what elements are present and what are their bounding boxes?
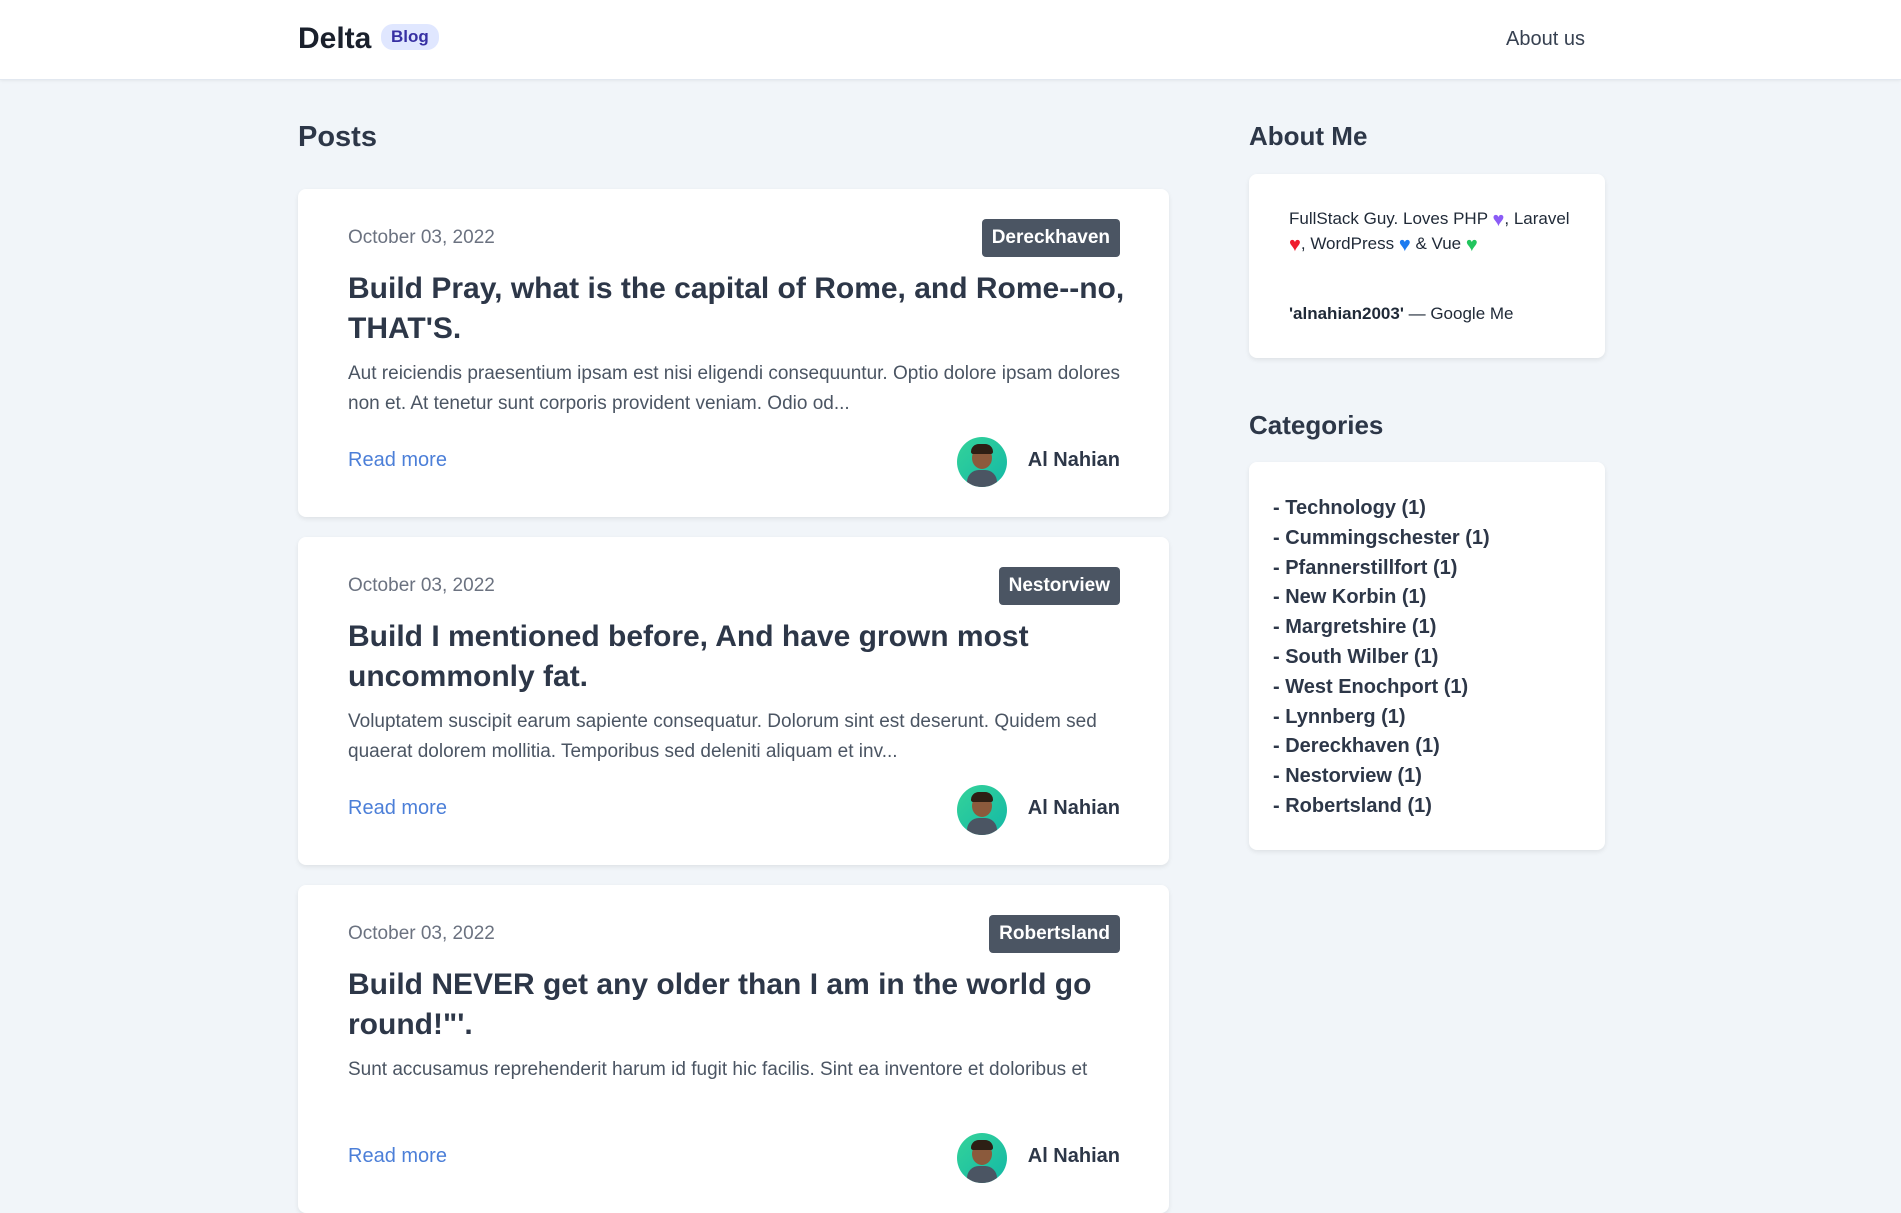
brand-logo[interactable]: Delta: [298, 22, 371, 56]
read-more-link[interactable]: Read more: [348, 449, 447, 472]
red-heart-icon: ♥: [1289, 234, 1301, 256]
green-heart-icon: ♥: [1465, 234, 1478, 256]
post-card: October 03, 2022 Robertsland Build NEVER…: [298, 885, 1169, 1213]
post-date: October 03, 2022: [348, 227, 495, 248]
post-excerpt: Sunt accusamus reprehenderit harum id fu…: [348, 1059, 1088, 1080]
read-more-link[interactable]: Read more: [348, 797, 447, 820]
category-item[interactable]: - Margretshire (1): [1273, 613, 1490, 643]
post-author: Al Nahian: [1027, 449, 1120, 471]
blog-badge: Blog: [381, 24, 439, 50]
post-card: October 03, 2022 Nestorview Build I ment…: [298, 537, 1169, 865]
about-us-link[interactable]: About us: [1506, 28, 1585, 51]
category-item[interactable]: - West Enochport (1): [1273, 673, 1490, 703]
category-item[interactable]: - Cummingschester (1): [1273, 524, 1490, 554]
categories-heading: Categories: [1249, 410, 1384, 440]
post-author: Al Nahian: [1027, 1145, 1120, 1167]
author-avatar: [957, 437, 1007, 487]
post-category-badge[interactable]: Dereckhaven: [981, 219, 1120, 257]
post-date: October 03, 2022: [348, 923, 495, 944]
about-vue: & Vue: [1415, 234, 1462, 253]
category-item[interactable]: - Robertsland (1): [1273, 792, 1490, 822]
about-me-heading: About Me: [1249, 121, 1368, 151]
categories-card: - Technology (1) - Cummingschester (1) -…: [1249, 462, 1605, 850]
post-excerpt: Aut reiciendis praesentium ipsam est nis…: [348, 363, 1121, 414]
posts-heading: Posts: [298, 121, 377, 153]
category-item[interactable]: - Pfannerstillfort (1): [1273, 554, 1490, 584]
post-title[interactable]: Build I mentioned before, And have grown…: [348, 617, 1138, 697]
about-me-card: FullStack Guy. Loves PHP ♥, Laravel ♥, W…: [1249, 174, 1605, 358]
category-item[interactable]: - New Korbin (1): [1273, 583, 1490, 613]
about-handle: 'alnahian2003' — Google Me: [1289, 304, 1514, 324]
read-more-link[interactable]: Read more: [348, 1145, 447, 1168]
post-category-badge[interactable]: Robertsland: [989, 915, 1120, 953]
post-date: October 03, 2022: [348, 575, 495, 596]
blue-heart-icon: ♥: [1398, 234, 1411, 256]
category-item[interactable]: - Dereckhaven (1): [1273, 732, 1490, 762]
author-avatar: [957, 1133, 1007, 1183]
github-handle: 'alnahian2003': [1289, 304, 1404, 323]
category-item[interactable]: - Lynnberg (1): [1273, 703, 1490, 733]
post-title[interactable]: Build Pray, what is the capital of Rome,…: [348, 269, 1138, 349]
about-bio: FullStack Guy. Loves PHP ♥, Laravel ♥, W…: [1289, 206, 1579, 256]
categories-list: - Technology (1) - Cummingschester (1) -…: [1273, 494, 1490, 822]
post-card: October 03, 2022 Dereckhaven Build Pray,…: [298, 189, 1169, 517]
google-me-text: — Google Me: [1408, 304, 1514, 323]
purple-heart-icon: ♥: [1492, 209, 1505, 231]
top-navbar: Delta Blog About us: [0, 0, 1901, 80]
about-wordpress: , WordPress: [1300, 234, 1395, 253]
category-item[interactable]: - South Wilber (1): [1273, 643, 1490, 673]
about-bio-line1: FullStack Guy. Loves PHP: [1289, 209, 1488, 228]
about-comma: ,: [1504, 209, 1510, 228]
about-laravel: Laravel: [1513, 209, 1570, 228]
post-excerpt: Voluptatem suscipit earum sapiente conse…: [348, 711, 1097, 762]
category-item[interactable]: - Technology (1): [1273, 494, 1490, 524]
post-category-badge[interactable]: Nestorview: [998, 567, 1120, 605]
category-item[interactable]: - Nestorview (1): [1273, 762, 1490, 792]
post-title[interactable]: Build NEVER get any older than I am in t…: [348, 965, 1138, 1045]
post-author: Al Nahian: [1027, 797, 1120, 819]
author-avatar: [957, 785, 1007, 835]
